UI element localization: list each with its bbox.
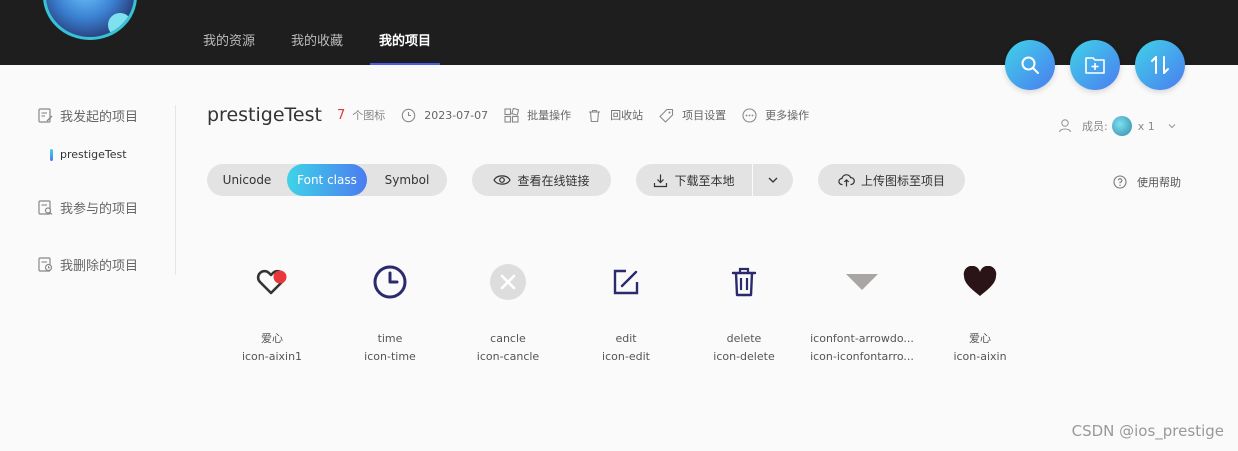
download-label: 下载至本地 <box>674 173 735 188</box>
avatar <box>1111 116 1132 136</box>
search-button[interactable] <box>1005 40 1055 90</box>
download-options-button[interactable] <box>753 164 793 196</box>
date-text: 2023-07-07 <box>424 108 489 122</box>
icon-name: delete <box>726 332 762 345</box>
icon-card-time[interactable]: time icon-time <box>331 262 449 363</box>
help-label: 使用帮助 <box>1137 176 1181 189</box>
upload-icons-label: 上传图标至项目 <box>860 173 945 188</box>
sidebar-item-deleted[interactable]: 我删除的项目 <box>37 255 138 274</box>
project-settings-label: 项目设置 <box>682 109 727 122</box>
clock-icon <box>373 265 407 299</box>
icon-count-label: 个图标 <box>352 109 386 122</box>
sidebar-item-label: 我发起的项目 <box>60 110 139 125</box>
members-count: x 1 <box>1137 119 1155 133</box>
view-online-link-label: 查看在线链接 <box>517 173 590 188</box>
project-settings-button[interactable]: 项目设置 <box>659 107 726 123</box>
user-icon <box>1058 119 1072 133</box>
sort-icon <box>1151 56 1169 74</box>
cancel-circle-icon <box>490 264 526 300</box>
icon-class: icon-aixin <box>953 350 1007 363</box>
search-icon <box>1021 56 1039 74</box>
sidebar-item-participated[interactable]: 我参与的项目 <box>37 198 138 217</box>
tab-my-favorites[interactable]: 我的收藏 <box>291 30 343 49</box>
batch-action-button[interactable]: 批量操作 <box>504 107 571 123</box>
project-name: prestigeTest <box>60 148 127 161</box>
upload-icons-button[interactable]: 上传图标至项目 <box>818 164 965 196</box>
triangle-down-icon <box>846 274 878 290</box>
icon-name: 爱心 <box>261 332 283 345</box>
icon-class: icon-time <box>364 350 416 363</box>
format-symbol[interactable]: Symbol <box>367 164 447 196</box>
folder-add-icon <box>1085 57 1105 74</box>
more-actions-label: 更多操作 <box>765 109 810 122</box>
tag-icon <box>659 108 674 123</box>
doc-search-icon <box>38 200 53 215</box>
icon-card-aixin[interactable]: 爱心 icon-aixin <box>921 262 1039 363</box>
cloud-upload-icon <box>838 174 855 187</box>
icon-card-cancle[interactable]: cancle icon-cancle <box>449 262 567 363</box>
format-switch: Unicode Font class Symbol <box>207 164 447 196</box>
download-button[interactable]: 下载至本地 <box>636 164 752 196</box>
clock-icon <box>401 108 416 122</box>
heart-outline-icon <box>256 269 287 295</box>
icon-class: icon-cancle <box>476 350 540 363</box>
more-icon <box>742 107 757 123</box>
icon-class: icon-edit <box>602 350 650 363</box>
icon-grid: 爱心 icon-aixin1 time icon-time cancle ico… <box>213 262 1039 363</box>
members[interactable]: 成员: x 1 <box>1058 116 1177 136</box>
edit-icon <box>613 269 639 295</box>
icon-name: 爱心 <box>969 332 991 345</box>
active-indicator <box>50 148 53 161</box>
chevron-down-icon <box>768 177 778 183</box>
logo[interactable] <box>43 0 137 40</box>
project-date: 2023-07-07 <box>401 108 488 123</box>
icon-card-aixin1[interactable]: 爱心 icon-aixin1 <box>213 262 331 363</box>
icon-class: icon-aixin1 <box>241 350 303 363</box>
batch-action-label: 批量操作 <box>527 109 572 122</box>
top-nav: 我的资源 我的收藏 我的项目 <box>203 30 467 65</box>
format-unicode[interactable]: Unicode <box>207 164 287 196</box>
eye-icon <box>493 175 512 185</box>
members-label: 成员: <box>1082 120 1108 133</box>
edit-doc-icon <box>38 108 53 123</box>
recycle-bin-label: 回收站 <box>610 109 644 122</box>
view-online-link-button[interactable]: 查看在线链接 <box>472 164 611 196</box>
heart-solid-icon <box>963 266 997 296</box>
sidebar: 我发起的项目 prestigeTest 我参与的项目 我删除的项目 <box>0 65 176 451</box>
trash-icon <box>731 267 757 297</box>
sidebar-project-prestigetest[interactable]: prestigeTest <box>50 148 127 161</box>
icon-name: iconfont-arrowdo... <box>810 332 914 345</box>
icon-count: 7 <box>336 107 346 123</box>
recycle-bin-button[interactable]: 回收站 <box>587 107 643 123</box>
sidebar-item-label: 我删除的项目 <box>60 259 139 274</box>
sidebar-divider <box>175 105 176 275</box>
project-title: prestigeTest <box>207 104 322 126</box>
icon-name: time <box>377 332 403 345</box>
doc-clock-icon <box>38 257 53 272</box>
icon-name: cancle <box>490 332 526 345</box>
sidebar-item-label: 我参与的项目 <box>60 202 139 217</box>
tab-my-resources[interactable]: 我的资源 <box>203 30 255 49</box>
icon-card-arrowdown[interactable]: iconfont-arrowdo... icon-iconfontarro... <box>803 262 921 363</box>
help-link[interactable]: 使用帮助 <box>1113 174 1181 190</box>
sort-button[interactable] <box>1135 40 1185 90</box>
format-font-class[interactable]: Font class <box>287 164 367 196</box>
watermark: CSDN @ios_prestige <box>1071 422 1224 440</box>
sidebar-item-initiated[interactable]: 我发起的项目 <box>37 106 138 125</box>
chevron-down-icon <box>1168 124 1176 129</box>
more-actions-button[interactable]: 更多操作 <box>742 107 809 123</box>
grid-icon <box>504 107 520 123</box>
project-header: prestigeTest 7 个图标 2023-07-07 批量操作 回收站 项… <box>207 104 809 126</box>
question-circle-icon <box>1113 175 1127 189</box>
icon-class: icon-iconfontarro... <box>810 350 914 363</box>
icon-class: icon-delete <box>713 350 775 363</box>
tab-my-projects[interactable]: 我的项目 <box>370 30 441 65</box>
icon-name: edit <box>615 332 637 345</box>
trash-icon <box>589 109 601 122</box>
icon-card-delete[interactable]: delete icon-delete <box>685 262 803 363</box>
download-icon <box>654 174 668 187</box>
new-project-button[interactable] <box>1070 40 1120 90</box>
icon-card-edit[interactable]: edit icon-edit <box>567 262 685 363</box>
